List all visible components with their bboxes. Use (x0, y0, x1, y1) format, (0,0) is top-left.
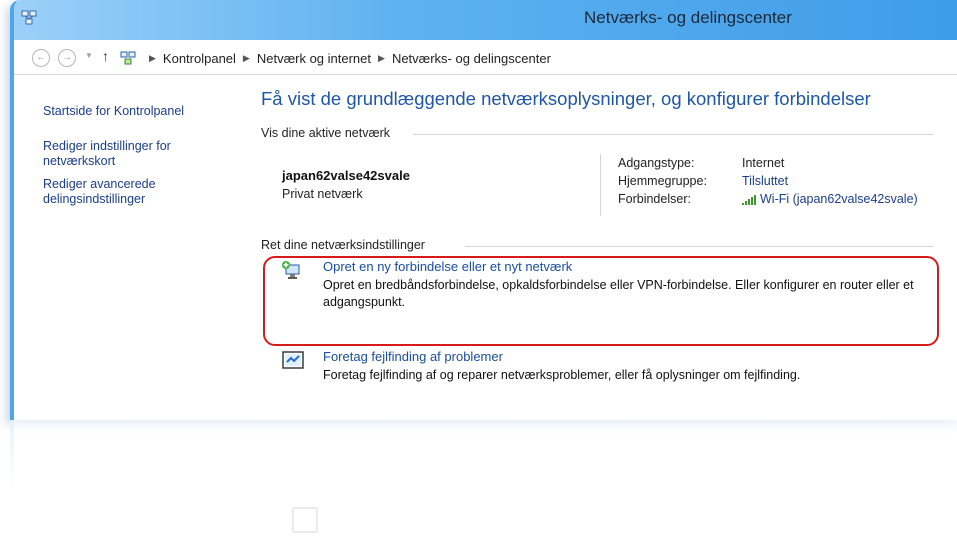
window-reflection-edge (10, 420, 14, 500)
window-title: Netværks- og delingscenter (584, 8, 792, 27)
breadcrumb-kontrolpanel[interactable]: Kontrolpanel (163, 51, 236, 66)
recent-pages-dropdown-icon[interactable]: ▼ (85, 51, 93, 60)
network-properties: Adgangstype: Internet Hjemmegruppe: Tils… (618, 154, 918, 208)
network-type[interactable]: Privat netværk (282, 187, 363, 201)
back-button[interactable]: ← (32, 49, 50, 67)
forward-button[interactable]: → (58, 49, 76, 67)
control-panel-icon (120, 51, 136, 65)
reflected-troubleshoot-icon (292, 507, 318, 533)
troubleshoot-link[interactable]: Foretag fejlfinding af problemer (323, 349, 503, 364)
access-type-value: Internet (742, 156, 785, 170)
wifi-connection-label[interactable]: Wi-Fi (japan62valse42svale) (760, 192, 918, 206)
connections-label: Forbindelser: (618, 192, 691, 206)
homegroup-link[interactable]: Tilsluttet (742, 174, 788, 188)
sidebar: Startside for Kontrolpanel Rediger indst… (43, 104, 233, 227)
access-type-label: Adgangstype: (618, 156, 695, 170)
section-divider (413, 134, 933, 135)
control-panel-window: Netværks- og delingscenter ← → ▼ ↑ ▶ Kon… (10, 0, 957, 420)
wifi-signal-icon (742, 194, 756, 205)
network-center-icon (21, 10, 37, 25)
page-title: Få vist de grundlæggende netværksoplysni… (261, 88, 871, 109)
vertical-divider (600, 154, 601, 216)
sidebar-item-startside[interactable]: Startside for Kontrolpanel (43, 104, 233, 119)
network-name: japan62valse42svale (282, 168, 410, 183)
breadcrumb-netvaerks-og-delingscenter[interactable]: Netværks- og delingscenter (392, 51, 551, 66)
highlight-outline (263, 256, 939, 346)
breadcrumb: ▶ Kontrolpanel ▶ Netværk og internet ▶ N… (120, 49, 551, 67)
troubleshoot-description: Foretag fejlfinding af og reparer netvær… (323, 368, 801, 382)
troubleshoot-icon (282, 351, 304, 369)
homegroup-label: Hjemmegruppe: (618, 174, 707, 188)
sidebar-item-delingsindstillinger[interactable]: Rediger avancerede delingsindstillinger (43, 177, 183, 207)
change-settings-label: Ret dine netværksindstillinger (261, 238, 425, 252)
task-troubleshoot[interactable]: Foretag fejlfinding af problemer Foretag… (281, 349, 921, 389)
window-reflection (10, 420, 957, 549)
title-bar[interactable]: Netværks- og delingscenter (14, 0, 957, 40)
wifi-connection-link[interactable]: Wi-Fi (japan62valse42svale) (742, 192, 918, 206)
chevron-right-icon: ▶ (149, 52, 156, 63)
breadcrumb-netvaerk-og-internet[interactable]: Netværk og internet (257, 51, 371, 66)
chevron-right-icon[interactable]: ▶ (378, 53, 385, 64)
section-divider (465, 246, 933, 247)
up-button[interactable]: ↑ (102, 48, 109, 64)
chevron-right-icon[interactable]: ▶ (243, 53, 250, 64)
sidebar-item-netvaerkskort[interactable]: Rediger indstillinger for netværkskort (43, 139, 183, 169)
active-networks-label: Vis dine aktive netværk (261, 126, 390, 140)
address-bar: ← → ▼ ↑ ▶ Kontrolpanel ▶ Netværk og inte… (14, 40, 957, 75)
